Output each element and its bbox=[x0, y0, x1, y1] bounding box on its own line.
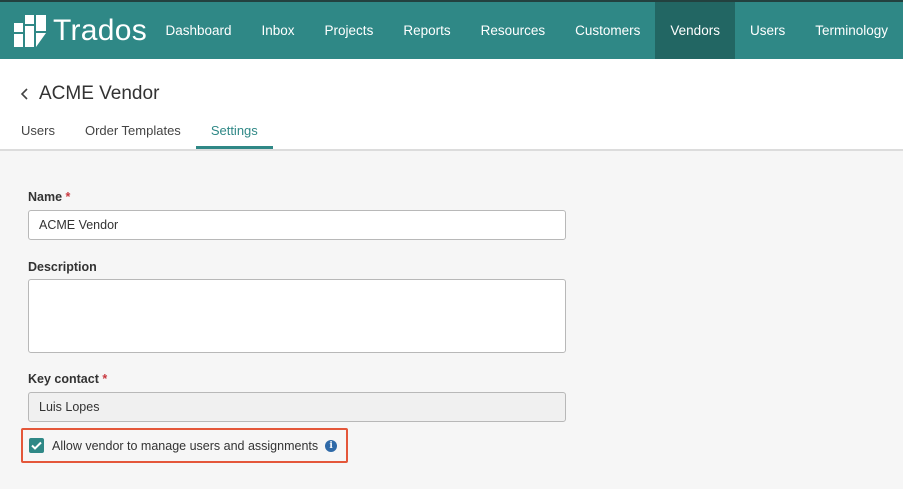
page-title: ACME Vendor bbox=[39, 83, 160, 104]
tab-users[interactable]: Users bbox=[6, 119, 70, 149]
tab-settings[interactable]: Settings bbox=[195, 119, 273, 149]
allow-manage-checkbox[interactable] bbox=[29, 438, 44, 453]
info-icon[interactable]: i bbox=[325, 439, 338, 452]
nav-item-customers[interactable]: Customers bbox=[560, 2, 655, 59]
nav-item-resources[interactable]: Resources bbox=[466, 2, 561, 59]
name-input[interactable]: ACME Vendor bbox=[28, 210, 566, 240]
nav-item-vendors[interactable]: Vendors bbox=[655, 2, 735, 59]
checkmark-icon bbox=[31, 441, 42, 450]
settings-form: Name * ACME Vendor Description Key conta… bbox=[0, 151, 903, 489]
nav-item-users[interactable]: Users bbox=[735, 2, 800, 59]
app-logo[interactable]: Trados bbox=[0, 14, 150, 48]
back-chevron-icon[interactable] bbox=[17, 85, 31, 103]
tab-bar: Users Order Templates Settings bbox=[6, 119, 273, 149]
name-label-text: Name bbox=[28, 190, 63, 204]
description-textarea[interactable] bbox=[28, 279, 566, 353]
nav-item-dashboard[interactable]: Dashboard bbox=[150, 2, 246, 59]
top-navigation-bar: Trados Dashboard Inbox Projects Reports … bbox=[0, 0, 903, 59]
allow-manage-label[interactable]: Allow vendor to manage users and assignm… bbox=[52, 439, 318, 453]
key-contact-label-text: Key contact bbox=[28, 372, 99, 386]
nav-item-projects[interactable]: Projects bbox=[310, 2, 389, 59]
app-name: Trados bbox=[53, 13, 148, 47]
description-label-text: Description bbox=[28, 260, 97, 274]
name-label: Name * bbox=[28, 190, 70, 204]
nav-item-reports[interactable]: Reports bbox=[388, 2, 465, 59]
main-nav: Dashboard Inbox Projects Reports Resourc… bbox=[150, 2, 903, 59]
required-marker: * bbox=[102, 372, 108, 386]
title-row: ACME Vendor bbox=[17, 83, 159, 105]
page-header: ACME Vendor Users Order Templates Settin… bbox=[0, 59, 903, 151]
description-label: Description bbox=[28, 260, 97, 274]
trados-logo-icon bbox=[14, 14, 46, 47]
key-contact-input[interactable]: Luis Lopes bbox=[28, 392, 566, 422]
allow-manage-highlight: Allow vendor to manage users and assignm… bbox=[21, 428, 348, 463]
required-marker: * bbox=[65, 190, 71, 204]
nav-item-terminology[interactable]: Terminology bbox=[800, 2, 903, 59]
key-contact-label: Key contact * bbox=[28, 372, 107, 386]
nav-item-inbox[interactable]: Inbox bbox=[247, 2, 310, 59]
tab-order-templates[interactable]: Order Templates bbox=[70, 119, 196, 149]
key-contact-value: Luis Lopes bbox=[39, 400, 100, 414]
name-input-value: ACME Vendor bbox=[39, 218, 119, 232]
